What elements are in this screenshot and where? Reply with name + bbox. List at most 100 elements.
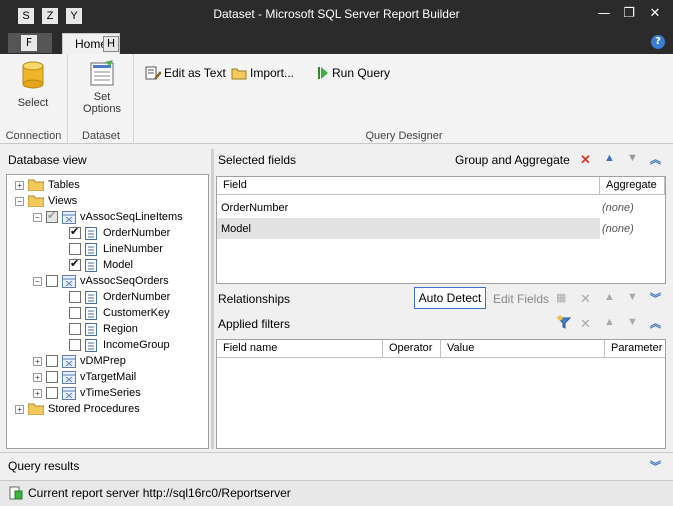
applied-filters-grid[interactable]: Field name Operator Value Parameter	[216, 339, 666, 449]
field-checkbox[interactable]	[69, 307, 81, 319]
field-cell[interactable]: OrderNumber	[221, 202, 288, 214]
view-checkbox[interactable]	[46, 275, 58, 287]
view-checkbox[interactable]	[46, 355, 58, 367]
tree-field-region[interactable]: Region	[69, 321, 138, 337]
pane-splitter[interactable]	[211, 149, 214, 449]
auto-detect-button[interactable]: Auto Detect	[414, 287, 486, 309]
relationships-title: Relationships	[218, 292, 291, 306]
column-icon	[85, 258, 97, 272]
window-title: Dataset - Microsoft SQL Server Report Bu…	[213, 7, 460, 21]
import-button[interactable]: Import...	[231, 64, 294, 82]
collapse-icon[interactable]: −	[15, 196, 24, 206]
tree-field-ordernumber[interactable]: OrderNumber	[69, 225, 170, 241]
tree-node-tables[interactable]: + Tables	[15, 177, 80, 193]
tree-node-vtimeseries[interactable]: + vTimeSeries	[33, 385, 141, 401]
field-checkbox[interactable]	[69, 291, 81, 303]
database-view-title: Database view	[8, 153, 87, 167]
aggregate-cell[interactable]: (none)	[602, 223, 634, 235]
add-filter-icon[interactable]	[556, 315, 572, 332]
move-down-icon[interactable]: ▼	[627, 152, 638, 164]
minimize-button[interactable]: —	[592, 4, 616, 24]
expand-icon[interactable]: +	[15, 404, 24, 414]
edit-fields-button[interactable]: Edit Fields	[493, 292, 549, 306]
field-checkbox[interactable]	[69, 339, 81, 351]
tree-label: OrderNumber	[103, 291, 171, 303]
tab-file[interactable]: F	[8, 33, 52, 53]
ribbon-group-dataset: Set Options Dataset	[69, 54, 134, 144]
column-header-value[interactable]: Value	[441, 340, 605, 358]
tree-field-ordernumber-2[interactable]: OrderNumber	[69, 289, 170, 305]
run-query-button[interactable]: Run Query	[317, 64, 390, 82]
tree-field-model[interactable]: Model	[69, 257, 133, 273]
selected-fields-grid[interactable]: Field Aggregate OrderNumber (none) Model…	[216, 176, 666, 284]
view-checkbox[interactable]	[46, 371, 58, 383]
expand-pane-icon[interactable]: ︾	[650, 458, 661, 474]
database-view-tree[interactable]: + Tables − Views − vAssocSeqLineItems Or…	[6, 174, 209, 449]
close-button[interactable]: ✕	[643, 4, 667, 24]
ribbon-group-query-designer: Edit as Text Import... Run Query Query D…	[135, 54, 673, 144]
folder-icon	[28, 179, 44, 191]
collapse-pane-icon[interactable]: ︽	[650, 315, 661, 331]
group-and-aggregate-button[interactable]: Group and Aggregate	[455, 153, 570, 167]
move-up-icon[interactable]: ▲	[604, 316, 615, 328]
column-icon	[85, 290, 97, 304]
column-header-aggregate[interactable]: Aggregate	[600, 177, 665, 195]
move-up-icon[interactable]: ▲	[604, 152, 615, 164]
delete-filter-icon[interactable]: ✕	[580, 316, 591, 332]
query-results-title: Query results	[8, 459, 80, 473]
collapse-icon[interactable]: −	[33, 276, 42, 286]
view-checkbox[interactable]	[46, 209, 58, 223]
tree-node-stored-procedures[interactable]: + Stored Procedures	[15, 401, 140, 417]
move-up-icon[interactable]: ▲	[604, 291, 615, 303]
column-header-field-name[interactable]: Field name	[217, 340, 383, 358]
tree-node-views[interactable]: − Views	[15, 193, 77, 209]
set-options-button[interactable]: Set Options	[77, 60, 127, 115]
tree-label: Region	[103, 323, 138, 335]
expand-pane-icon[interactable]: ︾	[650, 290, 661, 306]
collapse-icon[interactable]: −	[33, 212, 42, 222]
tree-field-incomegroup[interactable]: IncomeGroup	[69, 337, 170, 353]
tree-node-vassocseqorders[interactable]: − vAssocSeqOrders	[33, 273, 169, 289]
delete-field-icon[interactable]: ✕	[580, 152, 591, 168]
delete-relationship-icon[interactable]: ✕	[580, 291, 591, 307]
tree-field-linenumber[interactable]: LineNumber	[69, 241, 163, 257]
field-checkbox[interactable]	[69, 323, 81, 335]
field-checkbox[interactable]	[69, 225, 81, 239]
field-checkbox[interactable]	[69, 257, 81, 271]
column-header-parameter[interactable]: Parameter	[605, 340, 665, 358]
view-icon	[62, 370, 76, 384]
column-header-field[interactable]: Field	[217, 177, 600, 195]
home-key-tip: H	[103, 36, 119, 52]
status-bar: Current report server http://sql16rc0/Re…	[0, 480, 673, 506]
view-checkbox[interactable]	[46, 387, 58, 399]
view-icon	[62, 386, 76, 400]
move-down-icon[interactable]: ▼	[627, 316, 638, 328]
restore-button[interactable]: ❐	[617, 4, 641, 24]
tree-node-vassocseqlineitems[interactable]: − vAssocSeqLineItems	[33, 209, 183, 225]
select-button[interactable]: Select	[8, 60, 58, 109]
tree-node-vtargetmail[interactable]: + vTargetMail	[33, 369, 136, 385]
tab-home[interactable]: Home H	[62, 33, 120, 54]
tree-field-customerkey[interactable]: CustomerKey	[69, 305, 170, 321]
file-key-tip: F	[21, 35, 37, 51]
move-down-icon[interactable]: ▼	[627, 291, 638, 303]
set-options-label-line1: Set	[93, 91, 111, 103]
aggregate-cell[interactable]: (none)	[602, 202, 634, 214]
edit-as-text-button[interactable]: Edit as Text	[145, 64, 226, 82]
collapse-pane-icon[interactable]: ︽	[650, 151, 661, 167]
selected-row-highlight	[217, 218, 600, 239]
tree-label: Views	[48, 195, 78, 207]
expand-icon[interactable]: +	[33, 388, 42, 398]
field-cell[interactable]: Model	[221, 223, 251, 235]
tree-label: OrderNumber	[103, 227, 171, 239]
expand-icon[interactable]: +	[15, 180, 24, 190]
tree-node-vdmprep[interactable]: + vDMPrep	[33, 353, 126, 369]
expand-icon[interactable]: +	[33, 356, 42, 366]
column-header-operator[interactable]: Operator	[383, 340, 441, 358]
expand-icon[interactable]: +	[33, 372, 42, 382]
column-icon	[85, 226, 97, 240]
add-relationship-icon[interactable]: ▦	[556, 291, 566, 304]
ribbon: Select Connection Set Options Dataset Ed…	[0, 54, 673, 144]
help-icon[interactable]: ?	[651, 35, 665, 49]
field-checkbox[interactable]	[69, 243, 81, 255]
